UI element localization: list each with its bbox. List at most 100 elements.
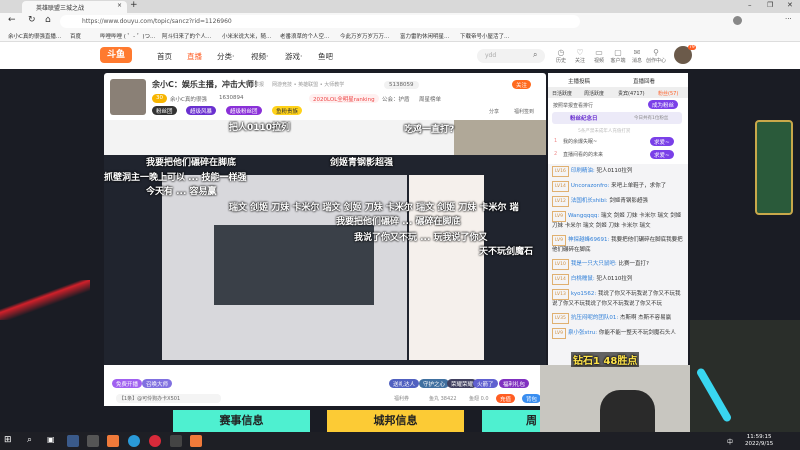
gift-item[interactable]: 福利礼包 xyxy=(499,379,530,388)
client-button[interactable]: ▢ 客户端 xyxy=(608,48,628,64)
start-icon[interactable]: ⊞ xyxy=(4,435,12,445)
minimize-icon[interactable]: – xyxy=(748,1,752,9)
chat-username[interactable]: 泉小张stru: xyxy=(568,330,597,336)
banner-city-info[interactable]: 城邦信息 xyxy=(327,410,464,432)
chat-message: LV10 我是一只大只鼠吧: 比赛一直打? xyxy=(548,257,688,272)
streamer-avatar[interactable] xyxy=(110,79,146,115)
ime-indicator[interactable]: 中 xyxy=(727,437,733,446)
tab-vip[interactable]: 贵宾(4717) xyxy=(618,90,645,97)
chat-top-tabs: 主播投稿 直播回看 xyxy=(548,73,688,87)
chat-username[interactable]: Wangqqqq: xyxy=(568,213,599,219)
bookmark[interactable]: 百度 xyxy=(70,32,81,40)
replay-link[interactable]: 直播回看 xyxy=(633,77,655,85)
follow-button[interactable]: ♡ 关注 xyxy=(570,48,590,64)
tab-daily[interactable]: 日活跃度 xyxy=(552,90,572,97)
chat-username[interactable]: kyo1562: xyxy=(571,291,596,297)
search-icon[interactable]: ⌕ xyxy=(533,50,537,60)
chat-message: LV35 抗压闷呢的团队01: 杰斯啊 杰斯不容易赢 xyxy=(548,311,688,326)
chat-username[interactable]: 神探越峰69691: xyxy=(568,237,609,243)
home-icon[interactable]: ⌂ xyxy=(45,15,51,25)
app-icon[interactable] xyxy=(107,435,119,447)
restore-icon[interactable]: ❐ xyxy=(767,1,773,9)
chat-username[interactable]: Uncorazonfro: xyxy=(571,183,610,189)
tab-weekly[interactable]: 周活跃度 xyxy=(584,90,604,97)
welfare-signin-button[interactable]: 福利签到 xyxy=(514,108,534,115)
edge-icon[interactable] xyxy=(128,435,140,447)
app-icon[interactable] xyxy=(87,435,99,447)
nav-fishbar[interactable]: 鱼吧 xyxy=(318,51,333,62)
new-tab-icon[interactable]: + xyxy=(130,0,138,10)
bookmark[interactable]: 阿斗归来了的个人... xyxy=(162,32,211,40)
anchor-name[interactable]: 余小C真的很强 xyxy=(170,95,207,103)
creator-button[interactable]: ⚲ 创作中心 xyxy=(646,48,666,64)
gift-item[interactable]: 送礼达人 xyxy=(389,379,420,388)
weekly-star[interactable]: 周星榜单 xyxy=(419,95,441,103)
app-icon[interactable] xyxy=(190,435,202,447)
douyu-logo[interactable]: 斗鱼 xyxy=(100,47,132,63)
chat-username[interactable]: 我是一只大只鼠吧: xyxy=(571,261,617,267)
chat-username[interactable]: 法国机长shibi: xyxy=(571,198,608,204)
chat-username[interactable]: 白桃糯鼠: xyxy=(571,276,595,282)
url-input[interactable]: https://www.douyu.com/topic/sancz?rid=11… xyxy=(60,15,580,28)
steam-icon[interactable] xyxy=(67,435,79,447)
nav-category[interactable]: 分类· xyxy=(217,51,234,62)
level-badge: LV14 xyxy=(552,274,569,285)
profile-icon[interactable] xyxy=(733,16,742,25)
refresh-icon[interactable]: ↻ xyxy=(28,15,36,25)
nav-video[interactable]: 视频· xyxy=(251,51,268,62)
bookmark[interactable]: 哔哩哔哩 ( ゜- ゜)つ... xyxy=(100,32,155,40)
rank-request-button[interactable]: 求爱~ xyxy=(650,137,674,146)
gift-item[interactable]: 守护之心 xyxy=(419,379,450,388)
follow-button[interactable]: 关注 xyxy=(512,80,532,89)
rank-request-button[interactable]: 求爱~ xyxy=(650,150,674,159)
welfare-coupon[interactable]: 福利券 xyxy=(394,395,409,402)
category-breadcrumb[interactable]: 网游竞技 • 英雄联盟 • 大师教学 xyxy=(272,81,344,88)
nav-home[interactable]: 首页 xyxy=(157,51,172,62)
message-button[interactable]: ✉ 消息 xyxy=(627,48,647,64)
back-icon[interactable]: ← xyxy=(8,15,16,25)
netease-icon[interactable] xyxy=(149,435,161,447)
share-button[interactable]: 分享 xyxy=(489,108,499,115)
system-clock[interactable]: 11:59:15 2022/9/15 xyxy=(745,434,773,448)
bookmark[interactable]: 今此万岁万岁万万... xyxy=(340,32,389,40)
badge-fanclub[interactable]: 粉丝团 xyxy=(152,106,177,115)
report-link[interactable]: 举报 xyxy=(254,81,264,88)
badge-superfan[interactable]: 超级粉丝团 xyxy=(226,106,262,115)
badge-storm[interactable]: 超级风暴 xyxy=(186,106,217,115)
video-button[interactable]: ▭ 视频 xyxy=(589,48,609,64)
become-fan-button[interactable]: 成为粉丝 xyxy=(648,100,679,109)
rank-badge[interactable]: 2020LOL全明星ranking xyxy=(309,94,379,103)
chat-username[interactable]: 印刷精油: xyxy=(571,168,595,174)
nav-live[interactable]: 直播 xyxy=(187,51,202,62)
banner-weekly[interactable]: 周 xyxy=(482,410,540,432)
nav-games[interactable]: 游戏· xyxy=(285,51,302,62)
backpack-button[interactable]: 背包 xyxy=(522,394,542,403)
banner-match-info[interactable]: 赛事信息 xyxy=(173,410,310,432)
chat-username[interactable]: 抗压闷呢的团队01: xyxy=(571,315,618,321)
bookmark[interactable]: 余小C真的很强直播... xyxy=(8,32,61,40)
minor-notice: 5条严禁未成年人充值打赏 xyxy=(578,129,631,134)
recharge-button[interactable]: 充值 xyxy=(496,394,516,403)
video-area[interactable]: 把人0110拉列 吃鸡一直打? 我要把他们碾碎在脚底 剑姬青钢影超强 抓壁洞主一… xyxy=(104,120,546,365)
gift-free-stream[interactable]: 免费开播 xyxy=(112,379,143,388)
search-icon[interactable]: ⌕ xyxy=(27,435,32,445)
bookmark[interactable]: 老番浪草的个人空... xyxy=(280,32,329,40)
bookmark[interactable]: 小米米说大米，随... xyxy=(222,32,271,40)
gift-summoner[interactable]: 召唤大师 xyxy=(142,379,173,388)
notice-text[interactable]: 【1条】@可伶狗办卡X501 xyxy=(116,394,221,403)
task-view-icon[interactable]: ▣ xyxy=(47,435,55,444)
app-icon[interactable] xyxy=(170,435,182,447)
bookmark[interactable]: 下载帝号小屋活了... xyxy=(460,32,509,40)
bookmark[interactable]: 富力雷豹休闲明星... xyxy=(400,32,449,40)
fans-panel: 按照举报查看排行 成为粉丝 粉丝纪念日 今日共有1位粉丝 5条严禁未成年人充值打… xyxy=(548,98,688,164)
close-tab-icon[interactable]: × xyxy=(117,2,122,9)
event-badge-icon[interactable] xyxy=(755,120,793,215)
close-window-icon[interactable]: ✕ xyxy=(787,1,793,9)
badge-noble[interactable]: 鱼粉贵族 xyxy=(272,106,303,115)
anchor-submission-link[interactable]: 主播投稿 xyxy=(568,77,590,85)
tab-fans[interactable]: 粉丝(57) xyxy=(658,90,678,97)
gift-item[interactable]: 火箭了 xyxy=(473,379,498,388)
more-icon[interactable]: ··· xyxy=(785,15,792,23)
browser-tab[interactable]: 英雄联盟三城之战 × xyxy=(22,1,127,13)
history-button[interactable]: ◷ 历史 xyxy=(551,48,571,64)
